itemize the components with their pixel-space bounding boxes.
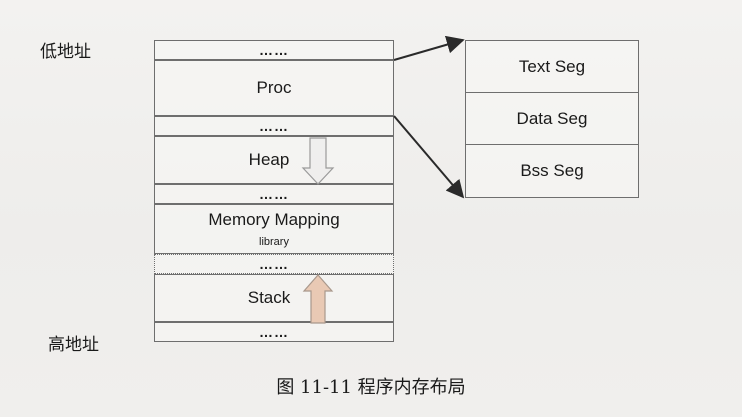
heap-growth-down-arrow — [301, 137, 335, 185]
figure-caption: 图 11-11 程序内存布局 — [276, 377, 466, 398]
arrows-layer — [301, 35, 465, 324]
stack-growth-up-arrow — [302, 274, 334, 324]
memory-layout-figure: 低地址 高地址 …… Proc …… Heap …… Memory Mappin… — [0, 0, 742, 417]
arrow-proc-bottom-to-bss-seg — [393, 115, 465, 199]
arrow-proc-top-to-text-seg — [393, 35, 465, 61]
